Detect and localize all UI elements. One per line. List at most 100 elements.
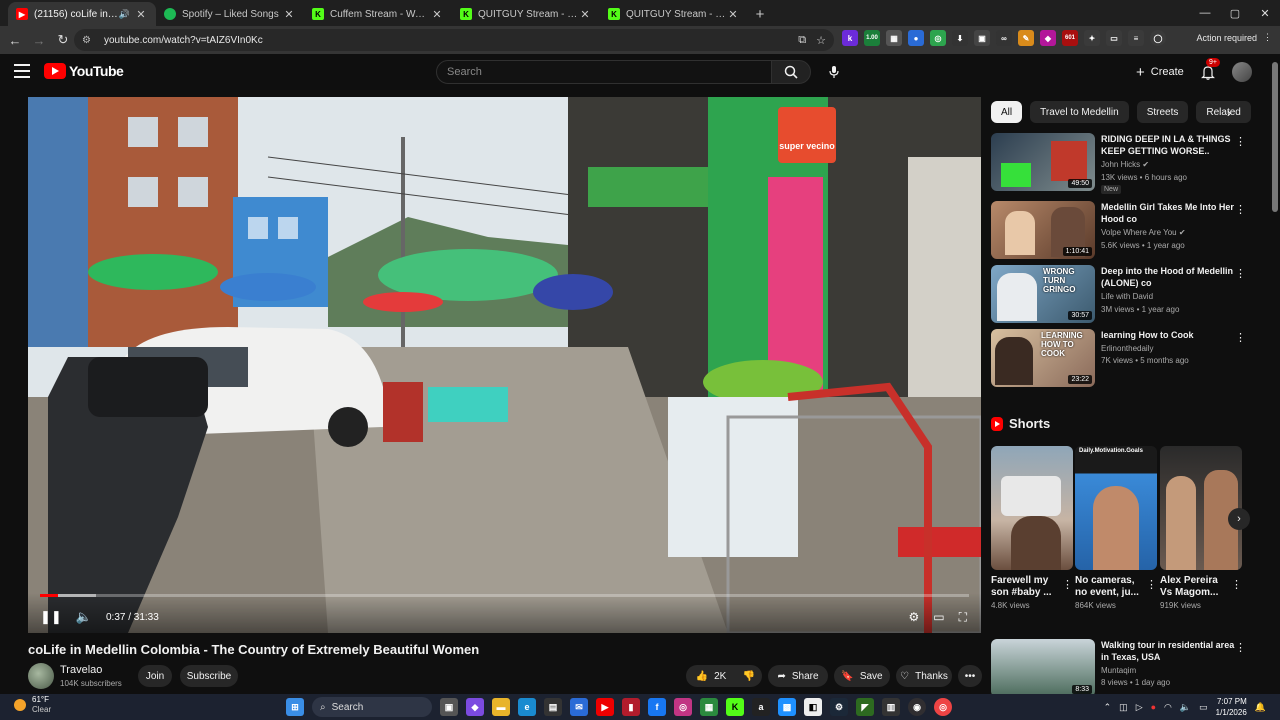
mail-icon[interactable]: ✉ [570, 698, 588, 716]
close-tab-icon[interactable]: ✕ [726, 8, 740, 21]
more-actions-button[interactable]: ••• [958, 665, 982, 687]
extension-shield-icon[interactable]: ◆ [1040, 30, 1056, 46]
youtube-app-icon[interactable]: ▶ [596, 698, 614, 716]
bookmark-star-icon[interactable]: ☆ [816, 34, 826, 47]
more-options-icon[interactable]: ⋮ [1235, 135, 1246, 148]
menu-dots-icon[interactable]: ⋮ [1263, 32, 1272, 43]
reload-icon[interactable]: ↻ [52, 29, 74, 51]
volume-icon[interactable]: 🔈 [76, 609, 92, 625]
short-thumbnail[interactable]: Daily.Motivation.Goals [1075, 446, 1157, 570]
create-button[interactable]: + Create [1130, 60, 1190, 84]
browser-tab-kick-3[interactable]: K QUITGUY Stream - Kick Dashbo ✕ [600, 2, 748, 26]
channel-name[interactable]: Travelao [60, 664, 102, 676]
chip-travel-to-medellin[interactable]: Travel to Medellin [1030, 101, 1129, 123]
speaker-icon[interactable]: 🔈 [1180, 702, 1191, 713]
new-tab-button[interactable]: + [748, 2, 772, 26]
close-tab-icon[interactable]: ✕ [134, 8, 148, 21]
notification-bell-icon[interactable]: 🔔 [1255, 702, 1266, 713]
account-avatar[interactable] [1232, 62, 1252, 82]
app-blue-icon[interactable]: ▩ [778, 698, 796, 716]
short-item[interactable]: Daily.Motivation.Goals No cameras, no ev… [1075, 446, 1157, 610]
short-item[interactable]: Farewell my son #baby ... 4.8K views ⋮ [991, 446, 1073, 610]
like-button[interactable]: 👍 2K [686, 665, 736, 687]
cast-icon[interactable]: ⧉ [798, 34, 806, 47]
extension-orange-icon[interactable]: ✎ [1018, 30, 1034, 46]
instagram-icon[interactable]: ◎ [674, 698, 692, 716]
miniplayer-icon[interactable]: ▭ [933, 610, 944, 625]
more-options-icon[interactable]: ⋮ [1235, 641, 1246, 654]
save-button[interactable]: 🔖 Save [834, 665, 890, 687]
media-control-icon[interactable]: ≡ [1128, 30, 1144, 46]
video-thumbnail[interactable]: LEARNING HOW TO COOK 23:22 [991, 329, 1095, 387]
extension-counter-icon[interactable]: 1.00 [864, 30, 880, 46]
recommended-video[interactable]: 8:33 Walking tour in residential area in… [991, 639, 1251, 699]
chip-streets[interactable]: Streets [1136, 101, 1189, 123]
extension-grid-icon[interactable]: ▦ [886, 30, 902, 46]
copilot-icon[interactable]: ◆ [466, 698, 484, 716]
browser-tab-spotify[interactable]: Spotify – Liked Songs ✕ [156, 2, 304, 26]
close-tab-icon[interactable]: ✕ [282, 8, 296, 21]
profile-icon[interactable]: ◯ [1150, 30, 1166, 46]
obs-icon[interactable]: ◉ [908, 698, 926, 716]
search-button[interactable] [771, 60, 811, 84]
video-thumbnail[interactable]: 8:33 [991, 639, 1095, 697]
windows-start-icon[interactable]: ⊞ [286, 698, 304, 716]
tray-media-icon[interactable]: ▷ [1136, 702, 1143, 713]
browser-tab-youtube[interactable]: ▶ (21156) coLife in Medellin C 🔊 ✕ [8, 2, 156, 26]
youtube-logo[interactable]: YouTube [44, 63, 124, 79]
page-scrollbar[interactable] [1270, 56, 1280, 694]
task-view-icon[interactable]: ▣ [440, 698, 458, 716]
video-thumbnail[interactable]: 49:50 [991, 133, 1095, 191]
chrome-icon[interactable]: ◎ [934, 698, 952, 716]
wifi-icon[interactable]: ◠ [1164, 702, 1172, 713]
recommended-video[interactable]: WRONG TURN GRINGO 30:57 Deep into the Ho… [991, 265, 1251, 325]
recommended-video[interactable]: 1:10:41 Medellin Girl Takes Me Into Her … [991, 201, 1251, 261]
subscribe-button[interactable]: Subscribe [180, 665, 238, 687]
extensions-puzzle-icon[interactable]: ✦ [1084, 30, 1100, 46]
more-options-icon[interactable]: ⋮ [1235, 331, 1246, 344]
dislike-button[interactable]: 👎 [736, 665, 762, 687]
tray-mic-icon[interactable]: ● [1151, 702, 1156, 712]
menu-hamburger-icon[interactable] [14, 64, 30, 78]
channel-avatar[interactable] [28, 663, 54, 689]
audio-playing-icon[interactable]: 🔊 [119, 9, 130, 20]
file-explorer-icon[interactable]: ▬ [492, 698, 510, 716]
recommended-video[interactable]: 49:50 RIDING DEEP IN LA & THINGS KEEP GE… [991, 133, 1251, 194]
more-options-icon[interactable]: ⋮ [1235, 203, 1246, 216]
tray-app-icon[interactable]: ◫ [1119, 702, 1128, 713]
action-required-button[interactable]: Action required ⋮ [1196, 32, 1272, 43]
more-options-icon[interactable]: ⋮ [1235, 267, 1246, 280]
settings-gear-icon[interactable]: ⚙ [908, 610, 919, 625]
voice-search-button[interactable] [822, 60, 846, 84]
amazon-icon[interactable]: a [752, 698, 770, 716]
extension-image-icon[interactable]: ▣ [974, 30, 990, 46]
close-tab-icon[interactable]: ✕ [578, 8, 592, 21]
short-thumbnail[interactable] [1160, 446, 1242, 570]
scrollbar-thumb[interactable] [1272, 62, 1278, 212]
maximize-button[interactable]: ▢ [1220, 0, 1250, 26]
pause-icon[interactable]: ❚❚ [40, 609, 62, 625]
battery-icon[interactable]: ▭ [1199, 702, 1208, 713]
more-options-icon[interactable]: ⋮ [1146, 578, 1157, 591]
taskbar-search-box[interactable]: ⌕ Search [312, 697, 432, 717]
app-green-icon[interactable]: ▦ [700, 698, 718, 716]
steam-icon[interactable]: ⚙ [830, 698, 848, 716]
browser-tab-kick-2[interactable]: K QUITGUY Stream - Watch Live ✕ [452, 2, 600, 26]
address-bar[interactable]: ⚙ youtube.com/watch?v=tAIZ6VIn0Kc ⧉ ☆ [74, 29, 834, 51]
facebook-icon[interactable]: f [648, 698, 666, 716]
app-dark-icon[interactable]: ▥ [882, 698, 900, 716]
close-window-button[interactable]: ✕ [1250, 0, 1280, 26]
shorts-next-chevron-icon[interactable]: › [1228, 508, 1250, 530]
join-button[interactable]: Join [138, 665, 172, 687]
progress-bar[interactable] [40, 594, 969, 597]
short-item[interactable]: Alex Pereira Vs Magom... 919K views ⋮ [1160, 446, 1242, 610]
more-options-icon[interactable]: ⋮ [1231, 578, 1242, 591]
weather-widget[interactable]: 61°F Clear [14, 695, 51, 715]
site-info-icon[interactable]: ⚙ [82, 35, 96, 46]
extension-green-icon[interactable]: ◎ [930, 30, 946, 46]
extension-k-icon[interactable]: k [842, 30, 858, 46]
video-thumbnail[interactable]: 1:10:41 [991, 201, 1095, 259]
back-arrow-icon[interactable]: ← [4, 29, 26, 51]
short-thumbnail[interactable] [991, 446, 1073, 570]
extension-glasses-icon[interactable]: ∞ [996, 30, 1012, 46]
